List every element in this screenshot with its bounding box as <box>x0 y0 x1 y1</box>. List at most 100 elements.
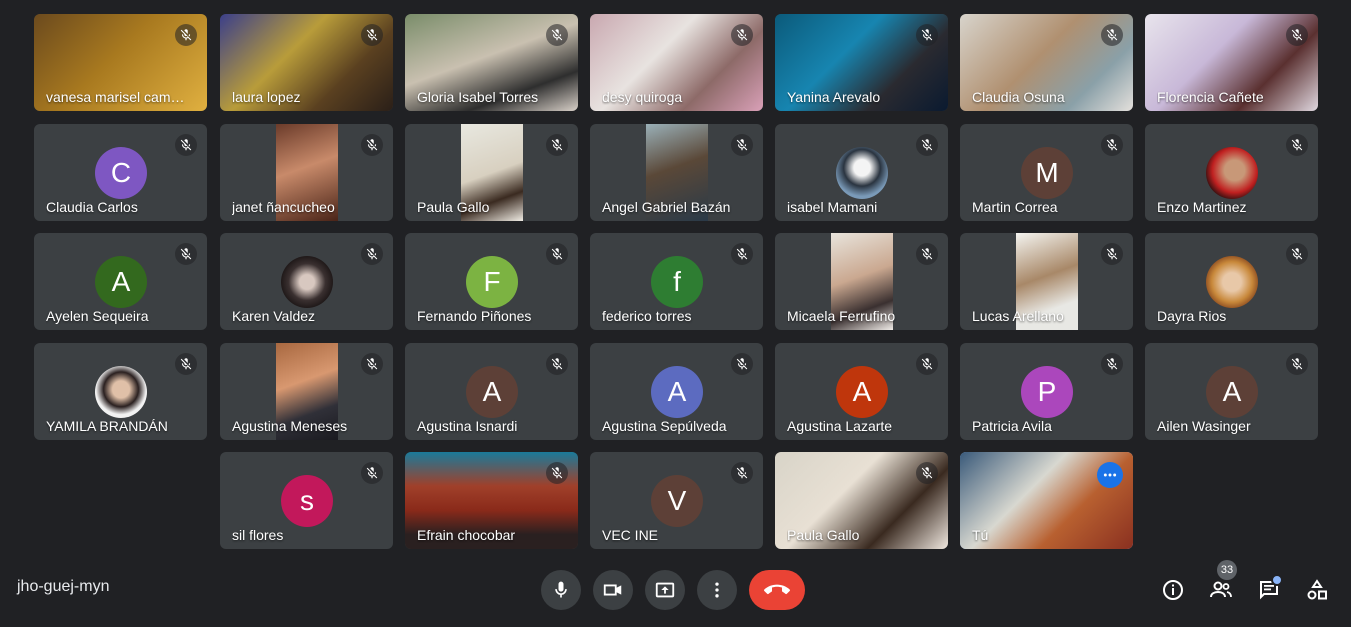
camera-icon <box>603 584 622 596</box>
present-screen-icon <box>655 582 675 598</box>
participant-tile[interactable]: Dayra Rios <box>1145 233 1318 330</box>
muted-mic-icon <box>546 24 568 46</box>
avatar-photo <box>281 256 333 308</box>
participant-name: Efrain chocobar <box>417 527 516 543</box>
participant-name: Patricia Avila <box>972 418 1052 434</box>
participant-tile[interactable]: A Ayelen Sequeira <box>34 233 207 330</box>
participant-name: Ayelen Sequeira <box>46 308 149 324</box>
participant-tile[interactable]: P Patricia Avila <box>960 343 1133 440</box>
participant-tile[interactable]: Gloria Isabel Torres <box>405 14 578 111</box>
bottom-bar: jho-guej-myn 33 <box>0 560 1351 627</box>
people-button[interactable]: 33 <box>1203 560 1239 608</box>
avatar-initial: A <box>836 366 888 418</box>
people-icon <box>1210 581 1232 598</box>
avatar-photo <box>1206 147 1258 199</box>
muted-mic-icon <box>546 462 568 484</box>
participant-tile[interactable]: Micaela Ferrufino <box>775 233 948 330</box>
participant-name: laura lopez <box>232 89 301 105</box>
participant-tile[interactable]: laura lopez <box>220 14 393 111</box>
participant-tile[interactable]: Agustina Meneses <box>220 343 393 440</box>
participant-name: Agustina Isnardi <box>417 418 518 434</box>
tile-options-button[interactable] <box>1097 462 1123 488</box>
participant-tile[interactable]: s sil flores <box>220 452 393 549</box>
hang-up-button[interactable] <box>749 570 805 610</box>
mic-button[interactable] <box>541 570 581 610</box>
participant-tile[interactable]: isabel Mamani <box>775 124 948 221</box>
present-screen-button[interactable] <box>645 570 685 610</box>
participant-tile[interactable]: f federico torres <box>590 233 763 330</box>
muted-mic-icon <box>916 243 938 265</box>
muted-mic-icon <box>916 462 938 484</box>
participant-name: desy quiroga <box>602 89 683 105</box>
camera-button[interactable] <box>593 570 633 610</box>
participant-name: Lucas Arellano <box>972 308 1064 324</box>
participant-tile[interactable]: A Agustina Isnardi <box>405 343 578 440</box>
avatar-photo <box>95 366 147 418</box>
muted-mic-icon <box>731 353 753 375</box>
avatar-photo <box>836 147 888 199</box>
avatar-initial: A <box>651 366 703 418</box>
participant-name: Martin Correa <box>972 199 1058 215</box>
meeting-details-button[interactable] <box>1155 572 1191 608</box>
participant-tile[interactable]: Florencia Cañete <box>1145 14 1318 111</box>
participant-tile[interactable]: A Agustina Sepúlveda <box>590 343 763 440</box>
participant-tile[interactable]: Claudia Osuna <box>960 14 1133 111</box>
participant-name: Gloria Isabel Torres <box>417 89 539 105</box>
more-horizontal-icon <box>1103 473 1117 477</box>
microphone-icon <box>555 581 567 598</box>
more-options-button[interactable] <box>697 570 737 610</box>
participant-tile[interactable]: Karen Valdez <box>220 233 393 330</box>
participant-tile[interactable]: Yanina Arevalo <box>775 14 948 111</box>
participant-name: Enzo Martinez <box>1157 199 1247 215</box>
muted-mic-icon <box>546 134 568 156</box>
participant-tile[interactable]: Paula Gallo <box>405 124 578 221</box>
muted-mic-icon <box>546 353 568 375</box>
chat-button[interactable] <box>1251 572 1287 608</box>
participant-tile[interactable]: Efrain chocobar <box>405 452 578 549</box>
muted-mic-icon <box>731 134 753 156</box>
participant-tile[interactable]: Tú <box>960 452 1133 549</box>
info-icon <box>1163 580 1183 600</box>
participant-name: VEC INE <box>602 527 659 543</box>
participant-name: Florencia Cañete <box>1157 89 1264 105</box>
participant-tile[interactable]: C Claudia Carlos <box>34 124 207 221</box>
participant-name: Fernando Piñones <box>417 308 532 324</box>
muted-mic-icon <box>916 134 938 156</box>
activities-icon <box>1307 579 1327 600</box>
muted-mic-icon <box>175 353 197 375</box>
participant-tile[interactable]: Lucas Arellano <box>960 233 1133 330</box>
participant-tile[interactable]: Paula Gallo <box>775 452 948 549</box>
participant-tile[interactable]: janet ñancucheo <box>220 124 393 221</box>
participant-tile[interactable]: Enzo Martinez <box>1145 124 1318 221</box>
participant-tile[interactable]: A Ailen Wasinger <box>1145 343 1318 440</box>
participant-tile[interactable]: V VEC INE <box>590 452 763 549</box>
muted-mic-icon <box>361 24 383 46</box>
hang-up-icon <box>764 584 790 595</box>
meeting-code[interactable]: jho-guej-myn <box>17 578 109 596</box>
muted-mic-icon <box>731 24 753 46</box>
participant-tile[interactable]: YAMILA BRANDÁN <box>34 343 207 440</box>
participant-name: sil flores <box>232 527 284 543</box>
participant-tile[interactable]: desy quiroga <box>590 14 763 111</box>
activities-button[interactable] <box>1299 572 1335 608</box>
participant-name: Yanina Arevalo <box>787 89 881 105</box>
participant-tile[interactable]: M Martin Correa <box>960 124 1133 221</box>
participant-name: Paula Gallo <box>787 527 860 543</box>
participant-tile[interactable]: A Agustina Lazarte <box>775 343 948 440</box>
muted-mic-icon <box>1286 353 1308 375</box>
avatar-initial: s <box>281 475 333 527</box>
participant-count-badge: 33 <box>1217 560 1237 580</box>
participant-name: Micaela Ferrufino <box>787 308 896 324</box>
participant-name: Karen Valdez <box>232 308 316 324</box>
avatar-initial: C <box>95 147 147 199</box>
participant-tile[interactable]: vanesa marisel cam… <box>34 14 207 111</box>
participant-tile[interactable]: F Fernando Piñones <box>405 233 578 330</box>
muted-mic-icon <box>1286 243 1308 265</box>
participant-name: Agustina Meneses <box>232 418 348 434</box>
participant-name: federico torres <box>602 308 692 324</box>
participant-tile[interactable]: Angel Gabriel Bazán <box>590 124 763 221</box>
muted-mic-icon <box>1101 353 1123 375</box>
muted-mic-icon <box>916 24 938 46</box>
avatar-initial: P <box>1021 366 1073 418</box>
muted-mic-icon <box>731 462 753 484</box>
